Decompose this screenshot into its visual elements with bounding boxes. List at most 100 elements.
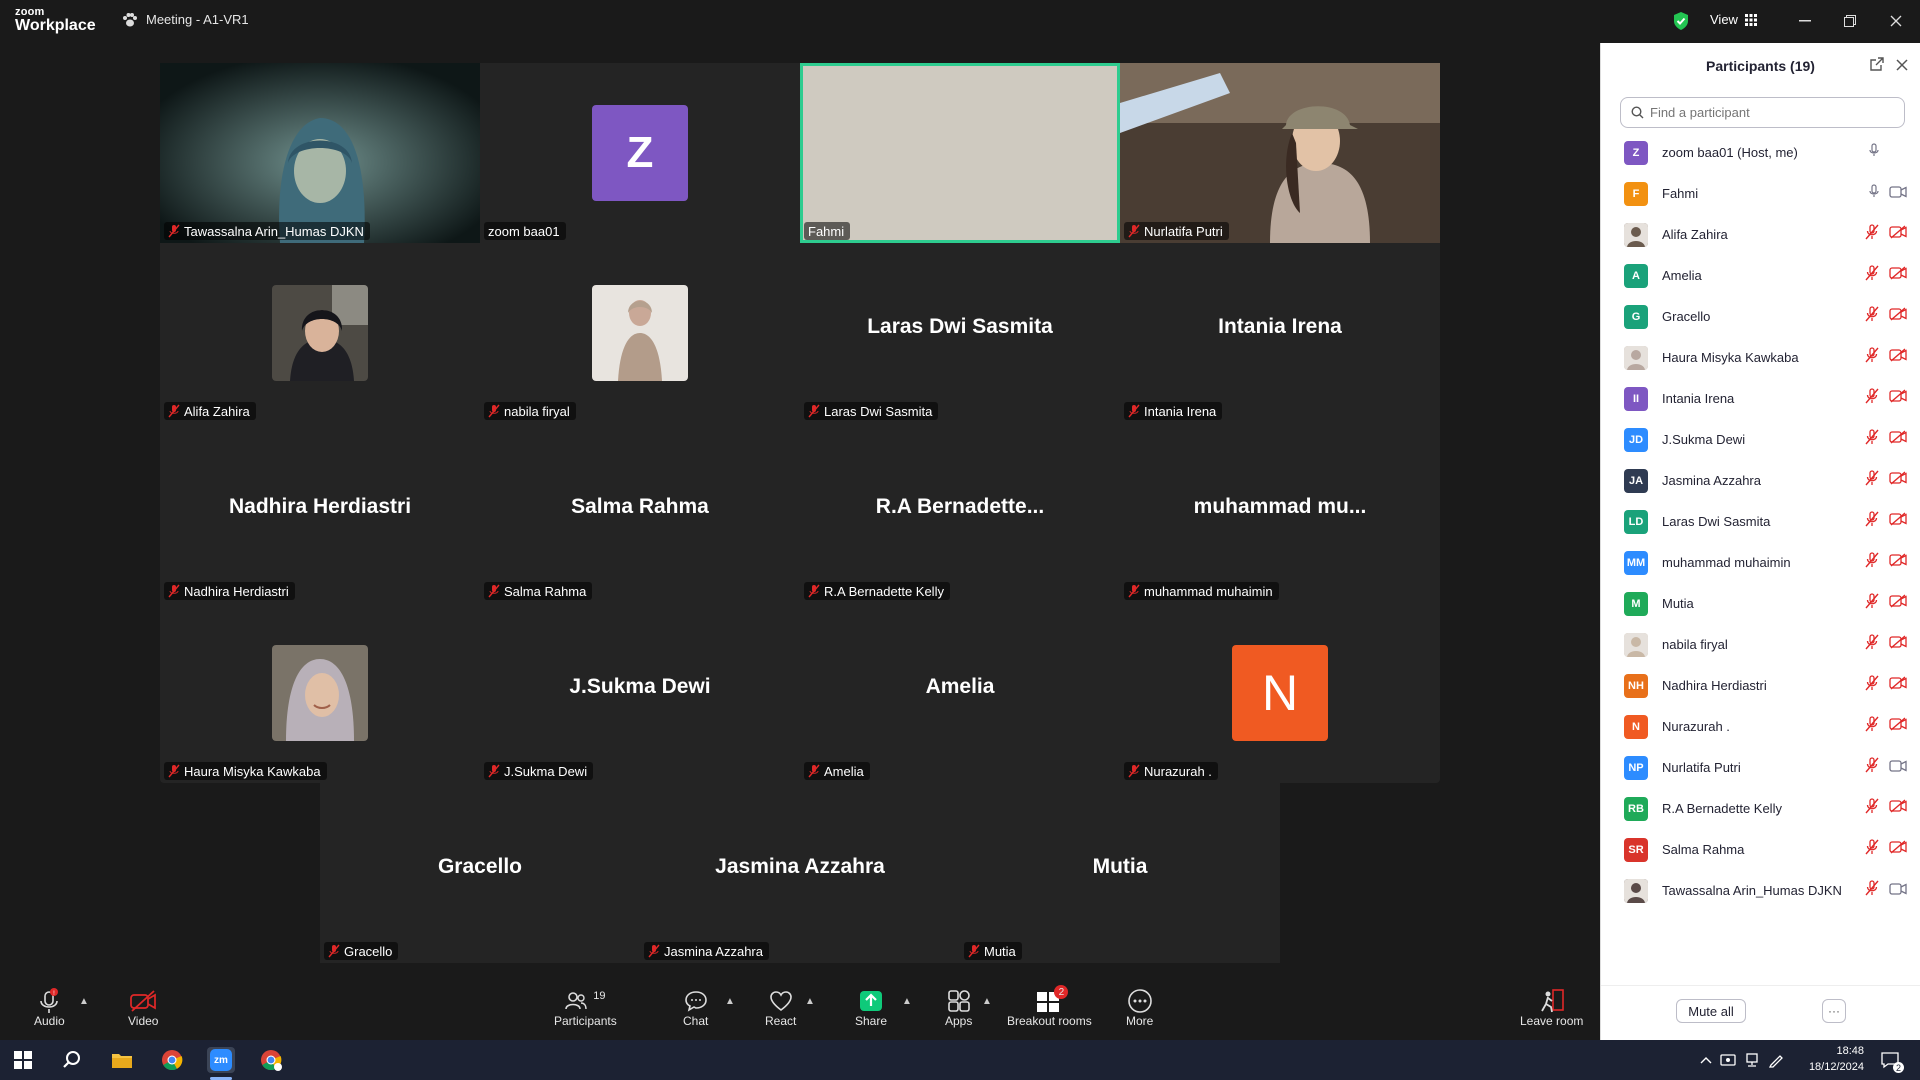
close-window-icon[interactable] (1884, 9, 1908, 33)
video-tile[interactable]: Intania Irena Intania Irena (1120, 243, 1440, 423)
file-explorer-icon[interactable] (108, 1047, 136, 1073)
muted-mic-icon (648, 944, 660, 958)
mic-on-icon[interactable] (1869, 184, 1879, 203)
video-tile[interactable]: Salma Rahma Salma Rahma (480, 423, 800, 603)
participant-name: J.Sukma Dewi (1662, 432, 1746, 447)
audio-options-caret-icon[interactable]: ▲ (79, 996, 89, 1007)
video-tile[interactable]: Haura Misyka Kawkaba (160, 603, 480, 783)
chat-options-caret-icon[interactable]: ▲ (725, 996, 735, 1007)
video-tile[interactable]: Nadhira Herdiastri Nadhira Herdiastri (160, 423, 480, 603)
apps-options-caret-icon[interactable]: ▲ (982, 996, 992, 1007)
video-tile[interactable]: Jasmina Azzahra Jasmina Azzahra (640, 783, 960, 963)
participant-row[interactable]: JD J.Sukma Dewi (1601, 419, 1920, 460)
pen-icon[interactable] (1762, 1047, 1790, 1073)
mic-muted-icon[interactable] (1865, 593, 1879, 614)
mic-muted-icon[interactable] (1865, 675, 1879, 696)
participant-video (1120, 63, 1440, 243)
active-speaker-tile[interactable]: Fahmi (800, 63, 1120, 243)
mic-muted-icon[interactable] (1865, 880, 1879, 901)
participant-row[interactable]: nabila firyal (1601, 624, 1920, 665)
search-icon[interactable] (58, 1047, 86, 1073)
mic-muted-icon[interactable] (1865, 347, 1879, 368)
participant-row[interactable]: A Amelia (1601, 255, 1920, 296)
mic-muted-icon[interactable] (1865, 716, 1879, 737)
video-tile[interactable]: N Nurazurah . (1120, 603, 1440, 783)
participant-row[interactable]: NP Nurlatifa Putri (1601, 747, 1920, 788)
participants-button[interactable]: 19 Participants (554, 988, 617, 1028)
breakout-rooms-button[interactable]: 2 Breakout rooms (1007, 985, 1092, 1028)
mic-muted-icon[interactable] (1865, 306, 1879, 327)
video-tile[interactable]: Alifa Zahira (160, 243, 480, 423)
restore-icon[interactable] (1838, 9, 1862, 33)
mic-muted-icon[interactable] (1865, 224, 1879, 245)
video-label: Video (128, 1014, 159, 1028)
mic-muted-icon[interactable] (1865, 634, 1879, 655)
search-input[interactable] (1650, 105, 1890, 120)
video-tile[interactable]: Nurlatifa Putri (1120, 63, 1440, 243)
participant-row[interactable]: SR Salma Rahma (1601, 829, 1920, 870)
encryption-shield-icon[interactable] (1672, 11, 1690, 36)
participant-row[interactable]: N Nurazurah . (1601, 706, 1920, 747)
video-tile[interactable]: Amelia Amelia (800, 603, 1120, 783)
video-tile[interactable]: Laras Dwi Sasmita Laras Dwi Sasmita (800, 243, 1120, 423)
audio-button[interactable]: ! Audio (34, 988, 65, 1028)
participant-row[interactable]: II Intania Irena (1601, 378, 1920, 419)
mic-on-icon[interactable] (1869, 143, 1879, 162)
mic-muted-icon[interactable] (1865, 388, 1879, 409)
mute-all-button[interactable]: Mute all (1676, 999, 1746, 1023)
share-screen-icon (860, 991, 883, 1011)
more-options-button[interactable]: ··· (1822, 999, 1846, 1023)
mic-muted-icon[interactable] (1865, 511, 1879, 532)
minimize-icon[interactable] (1793, 9, 1817, 33)
apps-button[interactable]: Apps (945, 988, 972, 1028)
mic-muted-icon[interactable] (1865, 839, 1879, 860)
video-tile[interactable]: R.A Bernadette... R.A Bernadette Kelly (800, 423, 1120, 603)
video-tile[interactable]: J.Sukma Dewi J.Sukma Dewi (480, 603, 800, 783)
participant-row[interactable]: RB R.A Bernadette Kelly (1601, 788, 1920, 829)
chrome-profile-icon[interactable] (257, 1047, 285, 1073)
mic-muted-icon[interactable] (1865, 798, 1879, 819)
participant-row[interactable]: F Fahmi (1601, 173, 1920, 214)
view-button[interactable]: View (1710, 12, 1757, 27)
react-button[interactable]: React (765, 988, 796, 1028)
video-tile[interactable]: Gracello Gracello (320, 783, 640, 963)
notification-icon[interactable]: 2 (1876, 1047, 1904, 1073)
video-tile[interactable]: muhammad mu... muhammad muhaimin (1120, 423, 1440, 603)
muted-mic-icon (488, 584, 500, 598)
participant-row[interactable]: Zzoom baa01 (Host, me) (1601, 132, 1920, 173)
participant-row[interactable]: NH Nadhira Herdiastri (1601, 665, 1920, 706)
mic-muted-icon[interactable] (1865, 552, 1879, 573)
windows-start-icon[interactable] (9, 1047, 37, 1073)
mic-muted-icon[interactable] (1865, 470, 1879, 491)
video-button[interactable]: Video (128, 988, 158, 1028)
participant-row[interactable]: JA Jasmina Azzahra (1601, 460, 1920, 501)
participant-row[interactable]: M Mutia (1601, 583, 1920, 624)
popout-icon[interactable] (1870, 57, 1884, 76)
zoom-taskbar-icon[interactable]: zm (207, 1047, 235, 1073)
participant-search[interactable] (1620, 97, 1905, 128)
chat-button[interactable]: Chat (683, 988, 708, 1028)
participant-row[interactable]: Tawassalna Arin_Humas DJKN (1601, 870, 1920, 911)
mic-muted-icon[interactable] (1865, 265, 1879, 286)
share-button[interactable]: Share (855, 988, 887, 1028)
chrome-icon[interactable] (158, 1047, 186, 1073)
video-tile[interactable]: Mutia Mutia (960, 783, 1280, 963)
video-tile[interactable]: Z zoom baa01 (480, 63, 800, 243)
participant-row[interactable]: MM muhammad muhaimin (1601, 542, 1920, 583)
participant-row[interactable]: Alifa Zahira (1601, 214, 1920, 255)
participant-row[interactable]: Haura Misyka Kawkaba (1601, 337, 1920, 378)
share-options-caret-icon[interactable]: ▲ (902, 996, 912, 1007)
mic-muted-icon[interactable] (1865, 429, 1879, 450)
mic-muted-icon[interactable] (1865, 757, 1879, 778)
meeting-info[interactable]: Meeting - A1-VR1 (122, 12, 249, 27)
video-tile[interactable]: nabila firyal (480, 243, 800, 423)
system-clock[interactable]: 18:48 18/12/2024 (1800, 1043, 1864, 1075)
leave-room-button[interactable]: Leave room (1520, 988, 1583, 1028)
participant-row[interactable]: LD Laras Dwi Sasmita (1601, 501, 1920, 542)
name-label: Tawassalna Arin_Humas DJKN (164, 222, 370, 240)
close-icon[interactable] (1896, 55, 1908, 76)
more-button[interactable]: More (1126, 988, 1153, 1028)
react-options-caret-icon[interactable]: ▲ (805, 996, 815, 1007)
participant-row[interactable]: G Gracello (1601, 296, 1920, 337)
video-tile[interactable]: Tawassalna Arin_Humas DJKN (160, 63, 480, 243)
